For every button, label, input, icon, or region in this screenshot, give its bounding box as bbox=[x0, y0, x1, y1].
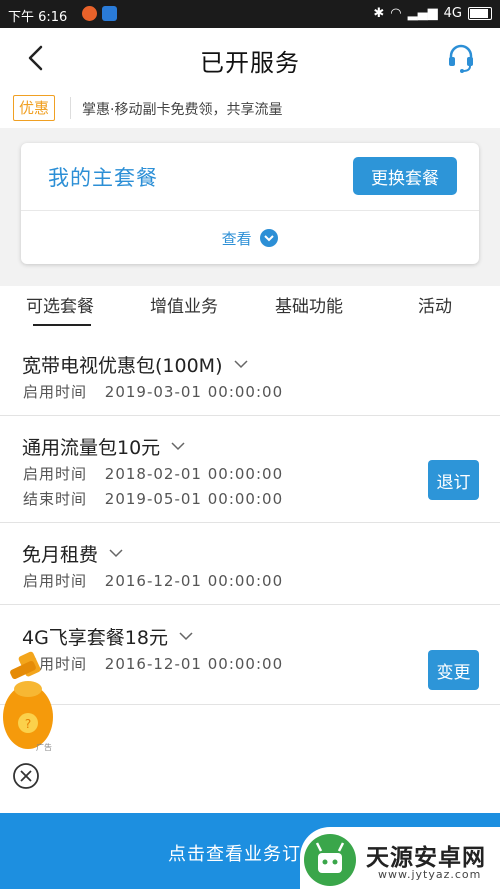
end-time-label: 结束时间 bbox=[23, 490, 88, 508]
service-name: 宽带电视优惠包(100M) bbox=[22, 355, 223, 377]
start-time-label: 启用时间 bbox=[23, 572, 88, 590]
bottom-bar-text: 点击查看业务订 bbox=[168, 844, 301, 865]
close-icon[interactable] bbox=[12, 762, 40, 790]
headset-icon[interactable] bbox=[446, 42, 476, 74]
chevron-down-icon bbox=[171, 442, 185, 451]
status-time: 下午 6:16 bbox=[8, 10, 68, 25]
chevron-down-icon bbox=[109, 549, 123, 558]
page-title: 已开服务 bbox=[200, 49, 300, 77]
start-time-label: 启用时间 bbox=[23, 465, 88, 483]
active-tab-indicator bbox=[33, 324, 91, 326]
service-row[interactable]: 免月租费 启用时间 2016-12-01 00:00:00 bbox=[0, 523, 500, 605]
watermark-logo-icon bbox=[304, 834, 356, 886]
watermark-url: www.jytyaz.com bbox=[378, 868, 482, 881]
promo-badge: 优惠 bbox=[13, 95, 56, 121]
start-time-label: 启用时间 bbox=[23, 383, 88, 401]
main-plan-title: 我的主套餐 bbox=[48, 166, 158, 190]
end-time-value: 2019-05-01 00:00:00 bbox=[104, 490, 284, 508]
ad-label: 广告 bbox=[36, 743, 52, 752]
chevron-down-icon bbox=[260, 229, 279, 247]
service-row[interactable]: 4G飞享套餐18元 启用时间 2016-12-01 00:00:00 变更 bbox=[0, 605, 500, 705]
change-button[interactable]: 变更 bbox=[428, 650, 479, 690]
promo-text: 掌惠·移动副卡免费领，共享流量 bbox=[82, 102, 283, 118]
watermark-name: 天源安卓网 bbox=[366, 845, 486, 871]
service-tabs: 可选套餐 增值业务 基础功能 活动 bbox=[0, 286, 500, 326]
tab-optional-plans[interactable]: 可选套餐 bbox=[26, 292, 94, 317]
network-type: 4G bbox=[443, 6, 462, 21]
lucky-bag-ad-icon[interactable]: ? bbox=[0, 645, 60, 755]
signal-icon: ▂▄▆ bbox=[407, 6, 438, 21]
wifi-icon: ◠ bbox=[390, 6, 402, 21]
status-icons: ✱ ◠ ▂▄▆ 4G bbox=[373, 6, 492, 21]
start-time-value: 2016-12-01 00:00:00 bbox=[104, 572, 284, 590]
service-row[interactable]: 通用流量包10元 启用时间 2018-02-01 00:00:00 结束时间 2… bbox=[0, 416, 500, 523]
promo-divider bbox=[70, 97, 71, 119]
view-label: 查看 bbox=[221, 230, 252, 248]
promo-banner[interactable]: 优惠 掌惠·移动副卡免费领，共享流量 bbox=[0, 88, 500, 128]
notification-app-icon-2 bbox=[102, 6, 117, 21]
svg-text:?: ? bbox=[25, 717, 31, 731]
service-row[interactable]: 宽带电视优惠包(100M) 启用时间 2019-03-01 00:00:00 bbox=[0, 334, 500, 416]
chevron-down-icon bbox=[234, 360, 248, 369]
main-plan-card: 我的主套餐 更换套餐 查看 bbox=[21, 143, 479, 264]
tab-activities[interactable]: 活动 bbox=[418, 292, 452, 317]
card-divider bbox=[21, 210, 479, 211]
status-bar: 下午 6:16 ✱ ◠ ▂▄▆ 4G bbox=[0, 0, 500, 28]
service-name: 通用流量包10元 bbox=[22, 437, 161, 459]
service-name: 免月租费 bbox=[22, 544, 99, 566]
battery-icon bbox=[468, 7, 492, 20]
unsubscribe-button[interactable]: 退订 bbox=[428, 460, 479, 500]
view-details-link[interactable]: 查看 bbox=[21, 228, 479, 249]
start-time-value: 2016-12-01 00:00:00 bbox=[104, 655, 284, 673]
start-time-value: 2018-02-01 00:00:00 bbox=[104, 465, 284, 483]
bluetooth-icon: ✱ bbox=[373, 6, 385, 21]
tab-value-added[interactable]: 增值业务 bbox=[150, 292, 218, 317]
nav-bar: 已开服务 bbox=[0, 28, 500, 89]
start-time-value: 2019-03-01 00:00:00 bbox=[104, 383, 284, 401]
change-plan-button[interactable]: 更换套餐 bbox=[353, 157, 457, 195]
chevron-down-icon bbox=[179, 632, 193, 641]
notification-app-icon bbox=[82, 6, 97, 21]
tab-basic-functions[interactable]: 基础功能 bbox=[275, 292, 343, 317]
